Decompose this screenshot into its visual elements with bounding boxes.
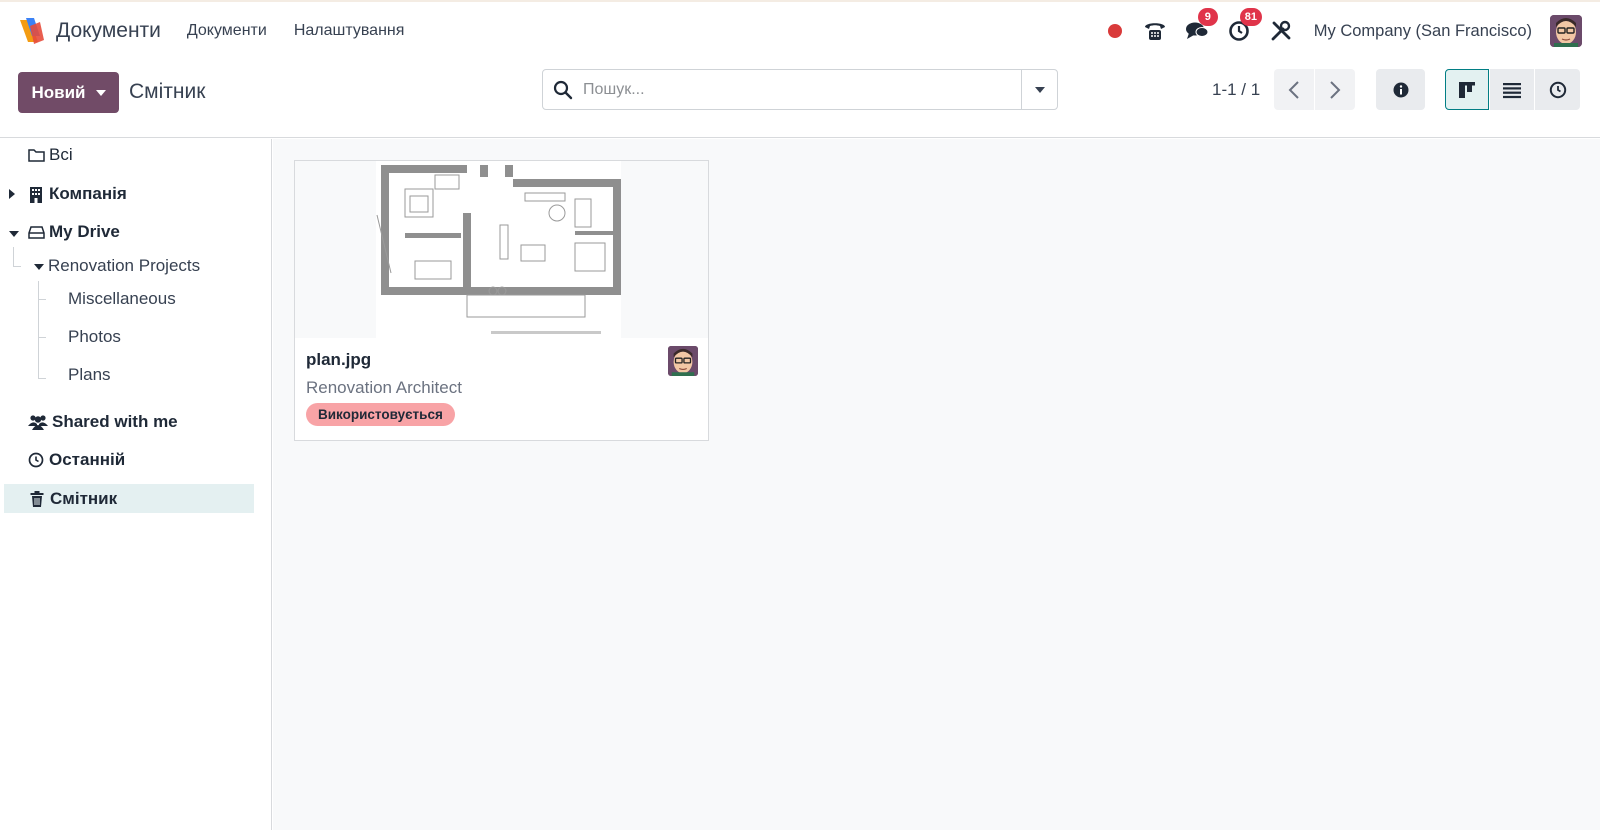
messages-icon[interactable]: 9 bbox=[1184, 8, 1218, 44]
caret-right-icon[interactable] bbox=[9, 189, 15, 199]
kanban-area: plan.jpg Renovation Architect Використов… bbox=[273, 139, 1600, 830]
document-thumbnail bbox=[295, 161, 708, 338]
search-box bbox=[542, 69, 1058, 110]
activities-clock-icon[interactable]: 81 bbox=[1226, 8, 1263, 44]
phone-icon[interactable] bbox=[1142, 18, 1168, 44]
document-card[interactable]: plan.jpg Renovation Architect Використов… bbox=[294, 160, 709, 441]
tree-connector bbox=[38, 337, 46, 338]
main-navbar: Документи Документи Налаштування 9 81 My… bbox=[0, 2, 1600, 60]
pager-value[interactable]: 1-1 / 1 bbox=[1212, 80, 1260, 100]
new-button-label: Новий bbox=[31, 82, 86, 102]
caret-down-icon bbox=[1034, 86, 1045, 93]
control-panel: Новий Смітник 1-1 / 1 bbox=[0, 60, 1600, 138]
clock-icon bbox=[27, 451, 45, 469]
clock-icon bbox=[1549, 81, 1566, 98]
sidebar-item-shared-with-me[interactable]: Shared with me bbox=[27, 412, 178, 432]
sidebar-item-renovation-projects[interactable]: Renovation Projects bbox=[48, 256, 200, 276]
sidebar-item-plans[interactable]: Plans bbox=[68, 365, 111, 385]
new-button[interactable]: Новий bbox=[18, 72, 119, 113]
chevron-down-icon bbox=[95, 89, 106, 96]
floor-plan-image bbox=[376, 161, 621, 338]
sidebar-item-label: Смітник bbox=[50, 488, 118, 508]
company-switcher[interactable]: My Company (San Francisco) bbox=[1314, 22, 1532, 41]
details-panel-button[interactable] bbox=[1376, 69, 1425, 110]
users-icon bbox=[27, 413, 48, 431]
sidebar-item-company[interactable]: Компанія bbox=[27, 184, 127, 204]
chevron-left-icon bbox=[1288, 80, 1299, 99]
document-folder: Renovation Architect bbox=[306, 378, 462, 397]
chevron-right-icon bbox=[1330, 80, 1341, 99]
sidebar-item-all[interactable]: Всі bbox=[27, 145, 73, 165]
pager-previous-button[interactable] bbox=[1274, 69, 1314, 110]
sidebar-item-label: Shared with me bbox=[52, 412, 178, 431]
search-options-toggle[interactable] bbox=[1021, 70, 1057, 109]
trash-icon bbox=[28, 490, 46, 508]
recording-indicator-icon[interactable] bbox=[1107, 24, 1122, 38]
sidebar-item-label: Останній bbox=[49, 450, 126, 469]
breadcrumb-current: Смітник bbox=[129, 80, 206, 103]
caret-down-icon[interactable] bbox=[34, 264, 44, 270]
systray: 9 81 My Company (San Francisco) bbox=[1107, 2, 1582, 60]
sidebar-item-label: Компанія bbox=[49, 184, 127, 203]
sidebar-item-miscellaneous[interactable]: Miscellaneous bbox=[68, 289, 176, 309]
tree-connector bbox=[13, 266, 21, 267]
menu-documents[interactable]: Документи bbox=[187, 22, 267, 40]
messages-count-badge: 9 bbox=[1197, 8, 1218, 26]
sidebar-item-photos[interactable]: Photos bbox=[68, 327, 121, 347]
folder-icon bbox=[27, 146, 45, 164]
tree-connector bbox=[38, 378, 46, 379]
kanban-view-button[interactable] bbox=[1445, 69, 1489, 110]
list-view-button[interactable] bbox=[1490, 69, 1534, 110]
list-icon bbox=[1503, 82, 1521, 98]
document-tag: Використовується bbox=[306, 403, 455, 426]
building-icon bbox=[27, 185, 45, 203]
tree-connector bbox=[13, 247, 14, 267]
documents-app-logo[interactable] bbox=[16, 16, 46, 46]
app-title[interactable]: Документи bbox=[56, 19, 161, 43]
sidebar-item-my-drive[interactable]: My Drive bbox=[27, 222, 120, 242]
pager-next-button[interactable] bbox=[1315, 69, 1355, 110]
caret-down-icon[interactable] bbox=[9, 231, 19, 237]
menu-settings[interactable]: Налаштування bbox=[294, 22, 405, 40]
activity-view-button[interactable] bbox=[1535, 69, 1580, 110]
user-avatar[interactable] bbox=[1550, 15, 1582, 47]
document-name: plan.jpg bbox=[306, 350, 372, 369]
activities-count-badge: 81 bbox=[1239, 8, 1263, 26]
sidebar-item-trash[interactable]: Смітник bbox=[4, 484, 254, 513]
sidebar-item-label: My Drive bbox=[49, 222, 120, 241]
folder-sidebar: Всі Компанія My Drive Renovation Project… bbox=[0, 139, 272, 830]
info-icon bbox=[1393, 82, 1408, 97]
owner-avatar bbox=[668, 346, 698, 376]
search-input[interactable] bbox=[583, 70, 1021, 109]
kanban-icon bbox=[1459, 81, 1475, 98]
tree-connector bbox=[38, 281, 39, 379]
tools-icon[interactable] bbox=[1268, 18, 1294, 44]
hard-drive-icon bbox=[27, 223, 45, 241]
sidebar-item-label: Всі bbox=[49, 145, 73, 164]
sidebar-item-recent[interactable]: Останній bbox=[27, 450, 125, 470]
tree-connector bbox=[38, 299, 46, 300]
search-icon bbox=[543, 80, 583, 100]
